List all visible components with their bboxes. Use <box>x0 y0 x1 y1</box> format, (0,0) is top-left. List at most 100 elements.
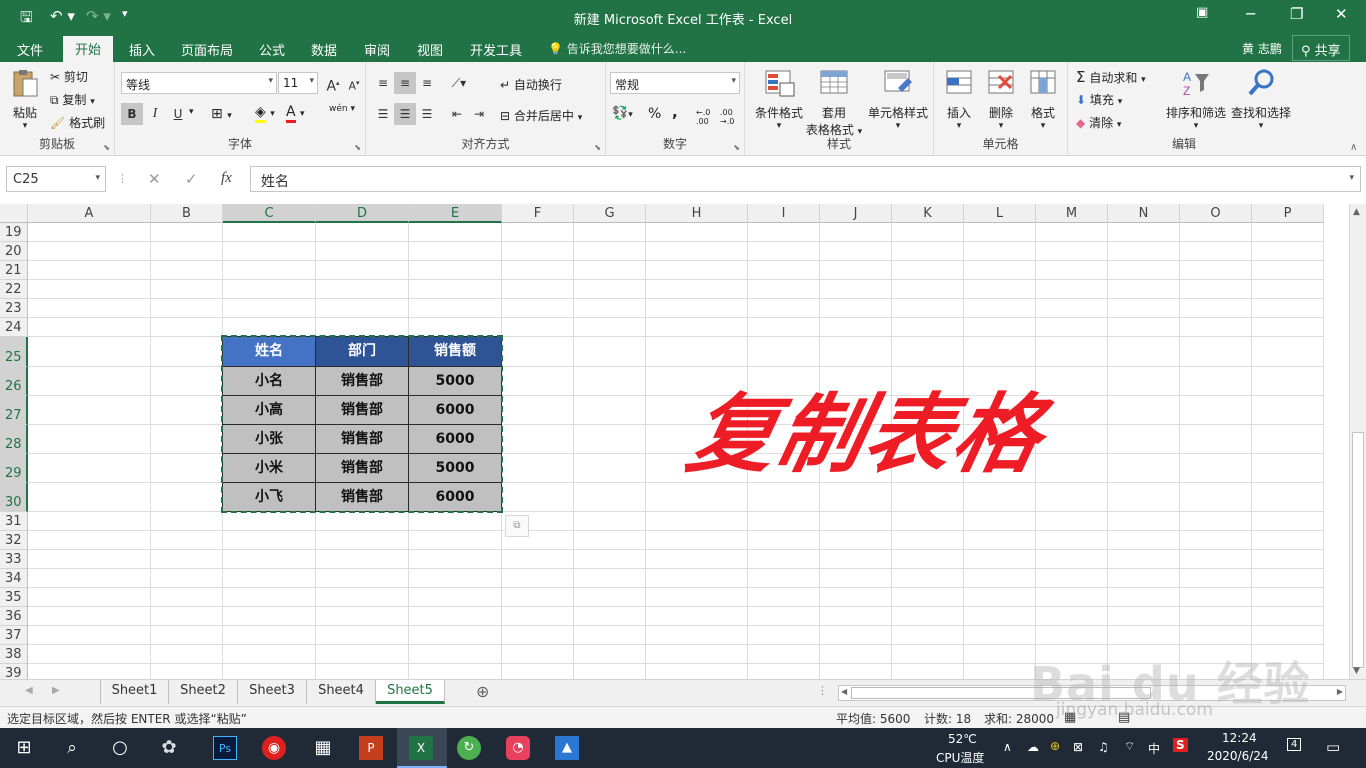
tab-review[interactable]: 审阅 <box>364 40 390 59</box>
sort-filter-button[interactable]: AZ 排序和筛选 ▾ <box>1164 68 1228 131</box>
dialog-launcher-icon[interactable]: ⬊ <box>733 143 740 152</box>
split-handle-icon[interactable]: ⋮ <box>817 684 828 697</box>
search-icon[interactable]: ⌕ <box>60 736 84 760</box>
format-cells-button[interactable]: 格式 ▾ <box>1022 68 1064 131</box>
tab-page-layout[interactable]: 页面布局 <box>181 40 233 59</box>
clock-date[interactable]: 2020/6/24 <box>1207 749 1269 763</box>
scroll-right-icon[interactable]: ▶ <box>1337 687 1343 696</box>
confirm-entry-icon[interactable]: ✓ <box>185 170 198 188</box>
decrease-indent-icon[interactable]: ⇤ <box>446 103 468 125</box>
tab-insert[interactable]: 插入 <box>129 40 155 59</box>
column-header-k[interactable]: K <box>892 204 964 223</box>
grow-font-button[interactable]: A▴ <box>322 72 344 95</box>
row-header-27[interactable]: 27 <box>0 396 28 425</box>
refresh-app-icon[interactable]: ↻ <box>457 736 481 760</box>
tell-me-box[interactable]: 💡 告诉我您想要做什么... <box>548 40 686 57</box>
borders-icon[interactable]: ⊞ ▾ <box>211 106 232 122</box>
fan-app-icon[interactable]: ✿ <box>157 736 181 760</box>
ime-indicator[interactable]: 中 <box>1148 740 1160 757</box>
audio-icon[interactable]: ♫ <box>1098 740 1109 754</box>
tab-data[interactable]: 数据 <box>311 40 337 59</box>
row-header-35[interactable]: 35 <box>0 588 28 607</box>
increase-decimal-button[interactable]: ←.0 .00 <box>696 108 716 126</box>
accounting-format-icon[interactable]: 💱▾ <box>612 106 633 121</box>
minimize-icon[interactable]: ─ <box>1246 5 1255 23</box>
scroll-left-icon[interactable]: ◀ <box>841 687 847 696</box>
wifi-icon[interactable]: ⌔ <box>1124 739 1135 754</box>
vertical-scrollbar[interactable]: ▲ ▼ <box>1349 204 1366 679</box>
row-header-38[interactable]: 38 <box>0 645 28 664</box>
font-color-icon[interactable]: A ▾ <box>286 104 305 123</box>
tab-file[interactable]: 文件 <box>17 40 43 59</box>
row-header-34[interactable]: 34 <box>0 569 28 588</box>
conditional-formatting-button[interactable]: 条件格式 ▾ <box>749 68 809 131</box>
comma-button[interactable]: , <box>672 103 678 121</box>
prev-sheet-icon[interactable]: ◀ <box>25 685 33 696</box>
dialog-launcher-icon[interactable]: ⬊ <box>594 143 601 152</box>
row-header-30[interactable]: 30 <box>0 483 28 512</box>
align-top-icon[interactable]: ≡ <box>372 72 394 94</box>
tray-expand-icon[interactable]: ∧ <box>1003 740 1012 754</box>
column-header-m[interactable]: M <box>1036 204 1108 223</box>
more-options-icon[interactable]: ⋮ <box>117 172 128 185</box>
autosum-button[interactable]: Σ 自动求和 ▾ <box>1076 68 1146 86</box>
column-header-f[interactable]: F <box>502 204 574 223</box>
sheet-tab-sheet3[interactable]: Sheet3 <box>238 680 307 704</box>
restore-icon[interactable]: ❐ <box>1290 5 1303 23</box>
row-header-31[interactable]: 31 <box>0 512 28 531</box>
column-header-l[interactable]: L <box>964 204 1036 223</box>
calculator-icon[interactable]: ▦ <box>311 736 335 760</box>
font-size-select[interactable]: 11 ▾ <box>278 72 318 94</box>
scroll-down-icon[interactable]: ▼ <box>1353 666 1360 676</box>
user-name[interactable]: 黄 志鹏 <box>1242 40 1282 57</box>
clear-button[interactable]: ◆ 清除 ▾ <box>1076 114 1121 131</box>
column-header-i[interactable]: I <box>748 204 820 223</box>
wrap-text-button[interactable]: ↵ 自动换行 <box>500 76 562 93</box>
decrease-decimal-button[interactable]: .00 →.0 <box>720 108 740 126</box>
name-box[interactable]: C25 ▾ <box>6 166 106 192</box>
row-header-39[interactable]: 39 <box>0 664 28 679</box>
tab-formulas[interactable]: 公式 <box>259 40 285 59</box>
task-view-icon[interactable]: ○ <box>108 736 132 760</box>
status-count[interactable]: 计数: 18 <box>924 710 971 727</box>
column-header-h[interactable]: H <box>646 204 748 223</box>
row-header-25[interactable]: 25 <box>0 337 28 367</box>
sheet-tab-sheet2[interactable]: Sheet2 <box>169 680 238 704</box>
underline-dropdown-icon[interactable]: ▾ <box>189 107 194 117</box>
photos-icon[interactable]: ▲ <box>555 736 579 760</box>
share-button[interactable]: ⚲ 共享 <box>1292 35 1350 61</box>
column-header-p[interactable]: P <box>1252 204 1324 223</box>
row-header-22[interactable]: 22 <box>0 280 28 299</box>
cancel-entry-icon[interactable]: ✕ <box>148 170 161 188</box>
insert-function-icon[interactable]: fx <box>221 170 232 187</box>
format-painter-button[interactable]: 🖌 格式刷 <box>50 114 105 131</box>
find-select-button[interactable]: 查找和选择 ▾ <box>1228 68 1294 131</box>
add-sheet-icon[interactable]: ⊕ <box>476 682 489 701</box>
scroll-up-icon[interactable]: ▲ <box>1353 207 1360 217</box>
copy-button[interactable]: ⧉ 复制 ▾ <box>50 91 95 108</box>
select-all-corner[interactable] <box>0 204 28 223</box>
row-header-36[interactable]: 36 <box>0 607 28 626</box>
security-icon[interactable]: ⊕ <box>1050 739 1060 753</box>
sheet-tab-sheet1[interactable]: Sheet1 <box>101 680 169 704</box>
format-as-table-button[interactable]: 套用 表格格式 ▾ <box>803 68 865 138</box>
excel-icon[interactable]: X <box>409 736 433 760</box>
shrink-font-button[interactable]: A▾ <box>343 72 365 94</box>
orientation-icon[interactable]: ⟋▾ <box>448 72 470 94</box>
phonetic-guide-icon[interactable]: wén ▾ <box>329 104 355 114</box>
status-average[interactable]: 平均值: 5600 <box>836 710 910 727</box>
column-header-n[interactable]: N <box>1108 204 1180 223</box>
close-icon[interactable]: ✕ <box>1335 5 1348 23</box>
fill-button[interactable]: ⬇ 填充 ▾ <box>1076 91 1122 108</box>
align-center-icon[interactable]: ☰ <box>394 103 416 125</box>
sheet-tab-sheet5[interactable]: Sheet5 <box>376 680 445 704</box>
font-name-select[interactable]: 等线 ▾ <box>121 72 277 94</box>
row-header-29[interactable]: 29 <box>0 454 28 483</box>
cell-styles-button[interactable]: 单元格样式 ▾ <box>865 68 931 131</box>
fill-color-icon[interactable]: ◈ ▾ <box>255 104 275 123</box>
dialog-launcher-icon[interactable]: ⬊ <box>103 143 110 152</box>
underline-button[interactable]: U <box>167 103 189 125</box>
insert-cells-button[interactable]: 插入 ▾ <box>938 68 980 131</box>
percent-button[interactable]: % <box>648 106 661 122</box>
column-header-e[interactable]: E <box>409 204 502 223</box>
